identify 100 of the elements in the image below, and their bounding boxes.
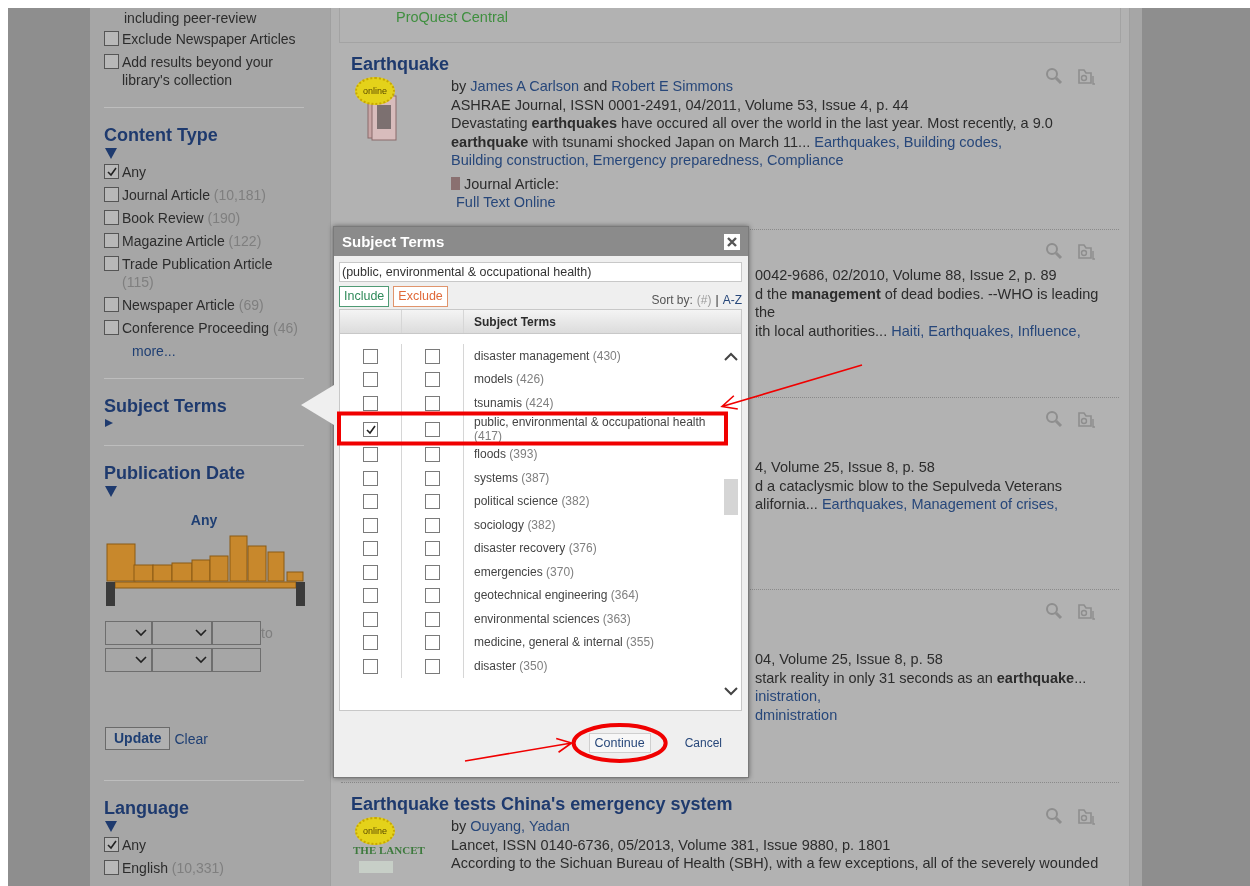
- checkbox[interactable]: [363, 421, 378, 437]
- subject-link[interactable]: Building construction,: [451, 152, 589, 168]
- exclude-button[interactable]: Exclude: [393, 286, 448, 307]
- term-label[interactable]: disaster (350): [474, 658, 717, 673]
- byline-text: by: [451, 77, 467, 96]
- term-label[interactable]: models (426): [474, 372, 717, 387]
- checkbox[interactable]: [425, 470, 440, 486]
- checkbox[interactable]: [425, 611, 440, 627]
- full-text-link[interactable]: Full Text Online: [456, 193, 556, 212]
- checkbox[interactable]: [363, 517, 378, 533]
- scroll-up-icon[interactable]: [724, 352, 738, 361]
- checkbox[interactable]: [104, 187, 119, 202]
- term-label[interactable]: environmental sciences (363): [474, 611, 717, 626]
- update-button[interactable]: Update: [105, 727, 171, 750]
- subject-link[interactable]: Compliance: [766, 152, 844, 168]
- subject-link[interactable]: dministration: [755, 706, 838, 723]
- checkbox[interactable]: [104, 860, 119, 875]
- checkbox[interactable]: [425, 494, 440, 510]
- sort-option[interactable]: (#): [696, 293, 712, 307]
- author-link[interactable]: Robert E Simmons: [611, 77, 734, 96]
- checkbox[interactable]: [425, 564, 440, 580]
- subject-link[interactable]: Influence,: [1017, 322, 1081, 339]
- author-link[interactable]: James A Carlson: [470, 77, 580, 96]
- continue-button[interactable]: Continue: [588, 733, 651, 753]
- slider-handle[interactable]: [106, 582, 115, 606]
- term-label[interactable]: public, environmental & occupational health (417): [474, 414, 717, 443]
- author-link[interactable]: Ouyang, Yadan: [470, 817, 570, 836]
- checkbox[interactable]: [363, 541, 378, 557]
- subject-link[interactable]: Earthquakes,: [814, 133, 900, 150]
- close-icon[interactable]: [724, 233, 740, 250]
- checkbox[interactable]: [425, 588, 440, 604]
- checkbox[interactable]: [104, 233, 119, 248]
- option-label: Any: [122, 163, 147, 181]
- checkbox[interactable]: [363, 395, 378, 411]
- checkbox[interactable]: [363, 470, 378, 486]
- checkbox[interactable]: [425, 541, 440, 557]
- expand-arrow-icon[interactable]: [105, 821, 117, 832]
- term-label[interactable]: medicine, general & internal (355): [474, 635, 717, 650]
- subject-link[interactable]: Emergency preparedness,: [592, 152, 763, 168]
- term-label[interactable]: political science (382): [474, 494, 717, 509]
- expand-arrow-icon[interactable]: [105, 486, 117, 497]
- scroll-down-icon[interactable]: [724, 687, 738, 696]
- term-label[interactable]: systems (387): [474, 470, 717, 485]
- checkbox[interactable]: [425, 395, 440, 411]
- result-title[interactable]: Earthquake tests China's emergency system: [351, 793, 1109, 815]
- result-title[interactable]: Earthquake: [351, 53, 1109, 75]
- checkbox[interactable]: [363, 564, 378, 580]
- checkbox[interactable]: [363, 372, 378, 388]
- checkbox[interactable]: [425, 421, 440, 437]
- checkbox[interactable]: [363, 447, 378, 463]
- checkbox[interactable]: [425, 348, 440, 364]
- term-label[interactable]: emergencies (370): [474, 564, 717, 579]
- expand-arrow-icon[interactable]: [105, 148, 117, 159]
- checkbox[interactable]: [104, 210, 119, 225]
- checkbox[interactable]: [425, 517, 440, 533]
- checkbox[interactable]: [104, 54, 119, 69]
- year-field[interactable]: [212, 648, 261, 672]
- include-button[interactable]: Include: [339, 286, 390, 307]
- subject-link[interactable]: Management of crises,: [911, 496, 1059, 512]
- checkbox[interactable]: [363, 635, 378, 651]
- term-label[interactable]: sociology (382): [474, 517, 717, 532]
- checkbox[interactable]: [104, 320, 119, 335]
- term-label[interactable]: disaster management (430): [474, 348, 717, 363]
- year-field[interactable]: [212, 621, 261, 645]
- term-label[interactable]: floods (393): [474, 447, 717, 462]
- checkbox[interactable]: [104, 164, 119, 179]
- cancel-link[interactable]: Cancel: [684, 736, 722, 750]
- dropdown-field[interactable]: [105, 621, 152, 645]
- dropdown-field[interactable]: [152, 648, 212, 672]
- checkbox[interactable]: [363, 611, 378, 627]
- checkbox[interactable]: [425, 447, 440, 463]
- term-label[interactable]: geotechnical engineering (364): [474, 588, 717, 603]
- slider-handle[interactable]: [296, 582, 305, 606]
- sort-option[interactable]: A-Z: [722, 293, 742, 307]
- checkbox[interactable]: [104, 256, 119, 271]
- checkbox[interactable]: [363, 658, 378, 674]
- checkbox[interactable]: [363, 494, 378, 510]
- dropdown-field[interactable]: [105, 648, 152, 672]
- term-label[interactable]: tsunamis (424): [474, 395, 717, 410]
- filter-field[interactable]: (public, environmental & occupational health): [339, 262, 742, 282]
- subject-link[interactable]: Earthquakes,: [821, 496, 908, 512]
- subject-link[interactable]: Building codes,: [903, 133, 1003, 150]
- checkbox[interactable]: [363, 348, 378, 364]
- collapse-arrow-icon[interactable]: [105, 419, 113, 427]
- checkbox[interactable]: [104, 31, 119, 46]
- checkbox[interactable]: [425, 635, 440, 651]
- checkbox[interactable]: [425, 372, 440, 388]
- subject-link[interactable]: inistration,: [755, 688, 822, 704]
- subject-link[interactable]: Haiti,: [891, 322, 925, 339]
- scrollbar-thumb[interactable]: [724, 479, 738, 515]
- checkbox[interactable]: [104, 297, 119, 312]
- more-link[interactable]: more...: [132, 342, 176, 360]
- clear-link[interactable]: Clear: [174, 729, 208, 748]
- slider-track[interactable]: [114, 581, 297, 589]
- subject-link[interactable]: Earthquakes,: [928, 322, 1014, 339]
- checkbox[interactable]: [425, 658, 440, 674]
- checkbox[interactable]: [363, 588, 378, 604]
- checkbox[interactable]: [104, 837, 119, 852]
- dropdown-field[interactable]: [152, 621, 212, 645]
- term-label[interactable]: disaster recovery (376): [474, 541, 717, 556]
